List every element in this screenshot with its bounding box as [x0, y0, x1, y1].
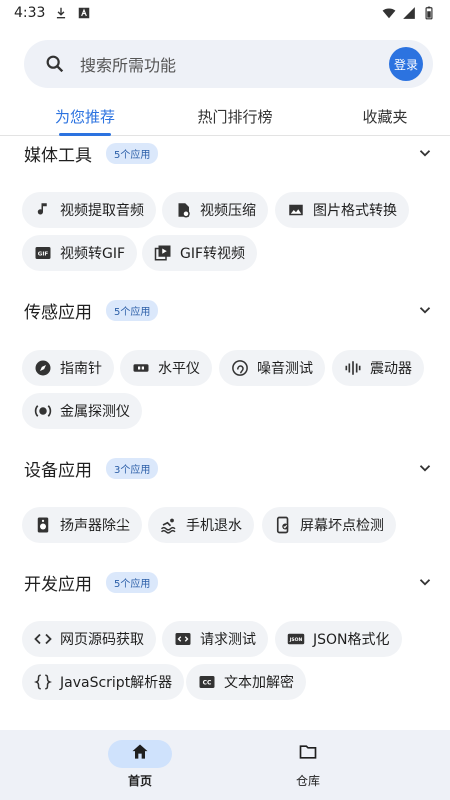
- ear-icon: [231, 359, 249, 377]
- count-badge: 5个应用: [106, 571, 159, 593]
- phone-check-icon: [274, 516, 292, 534]
- chip-label: 金属探测仪: [60, 404, 130, 420]
- music-note-icon: [34, 201, 52, 219]
- swim-icon: [160, 516, 178, 534]
- nav-active-indicator: [108, 740, 172, 768]
- speaker-icon: [34, 516, 52, 534]
- login-button[interactable]: 登录: [389, 47, 423, 81]
- chip-label: 文本加解密: [224, 675, 294, 691]
- chip-screen-dead-pixel[interactable]: 屏幕坏点检测: [262, 507, 396, 543]
- chip-phone-water[interactable]: 手机退水: [148, 507, 254, 543]
- json-icon: JSON: [287, 630, 305, 648]
- gif-icon: GIF: [34, 244, 52, 262]
- code-icon: [34, 630, 52, 648]
- chip-label: 手机退水: [186, 518, 242, 534]
- svg-text:CC: CC: [203, 680, 212, 687]
- chevron-down-icon[interactable]: [416, 144, 434, 162]
- chip-video-to-gif[interactable]: GIF 视频转GIF: [22, 235, 138, 271]
- chip-text-encrypt[interactable]: CC 文本加解密: [186, 664, 306, 700]
- text-a-icon: [77, 6, 91, 20]
- section-header-device[interactable]: 设备应用 3个应用: [24, 453, 434, 483]
- chip-label: JSON格式化: [313, 632, 390, 648]
- chip-label: 图片格式转换: [313, 203, 397, 219]
- home-icon: [130, 742, 150, 766]
- folder-icon: [298, 742, 318, 766]
- sensor-icon: [34, 402, 52, 420]
- svg-text:JSON: JSON: [289, 637, 303, 643]
- chevron-down-icon[interactable]: [416, 301, 434, 319]
- chip-gif-to-video[interactable]: GIF转视频: [142, 235, 258, 271]
- chip-label: 指南针: [60, 361, 102, 377]
- chip-metal-detector[interactable]: 金属探测仪: [22, 393, 142, 429]
- tab-rankings[interactable]: 热门排行榜: [180, 96, 290, 136]
- tab-favorites[interactable]: 收藏夹: [340, 96, 430, 136]
- chip-json-format[interactable]: JSON JSON格式化: [275, 621, 402, 657]
- nav-pill: [276, 740, 340, 768]
- chip-level[interactable]: 水平仪: [120, 350, 212, 386]
- wifi-icon: [382, 6, 396, 20]
- video-library-icon: [154, 244, 172, 262]
- chip-speaker-clean[interactable]: 扬声器除尘: [22, 507, 142, 543]
- nav-label: 仓库: [295, 774, 320, 788]
- count-badge: 5个应用: [106, 299, 159, 321]
- chip-request-test[interactable]: 请求测试: [162, 621, 268, 657]
- curly-braces-icon: [34, 673, 52, 691]
- chip-label: JavaScript解析器: [60, 675, 173, 691]
- chip-noise-test[interactable]: 噪音测试: [219, 350, 325, 386]
- chip-compass[interactable]: 指南针: [22, 350, 114, 386]
- chip-vibrator[interactable]: 震动器: [332, 350, 424, 386]
- chip-label: 屏幕坏点检测: [300, 518, 384, 534]
- section-title: 设备应用: [24, 460, 92, 481]
- chevron-down-icon[interactable]: [416, 573, 434, 591]
- chip-video-compress[interactable]: 视频压缩: [162, 192, 268, 228]
- chip-label: 扬声器除尘: [60, 518, 130, 534]
- chip-label: 视频压缩: [200, 203, 256, 219]
- chevron-down-icon[interactable]: [416, 459, 434, 477]
- section-title: 传感应用: [24, 302, 92, 323]
- tab-recommended[interactable]: 为您推荐: [40, 96, 130, 136]
- chip-label: 视频转GIF: [60, 246, 126, 262]
- chip-video-extract-audio[interactable]: 视频提取音频: [22, 192, 156, 228]
- status-bar: 4:33: [0, 0, 450, 26]
- vibration-icon: [344, 359, 362, 377]
- chip-label: 视频提取音频: [60, 203, 144, 219]
- compass-icon: [34, 359, 52, 377]
- section-header-dev[interactable]: 开发应用 5个应用: [24, 567, 434, 597]
- chip-web-source[interactable]: 网页源码获取: [22, 621, 156, 657]
- chip-label: 请求测试: [200, 632, 256, 648]
- svg-text:GIF: GIF: [38, 252, 49, 258]
- tab-bar: 为您推荐 热门排行榜 收藏夹: [0, 96, 450, 136]
- section-title: 媒体工具: [24, 145, 92, 166]
- chip-javascript-parser[interactable]: JavaScript解析器: [22, 664, 185, 700]
- status-time: 4:33: [14, 5, 46, 21]
- section-header-media[interactable]: 媒体工具 5个应用: [24, 138, 434, 168]
- chip-label: 噪音测试: [257, 361, 313, 377]
- chip-label: 网页源码获取: [60, 632, 144, 648]
- bottom-navigation: 首页 仓库: [0, 730, 450, 800]
- search-icon: [44, 53, 66, 75]
- nav-repository[interactable]: 仓库: [253, 730, 363, 800]
- chip-label: GIF转视频: [180, 246, 246, 262]
- chip-label: 震动器: [370, 361, 412, 377]
- chip-label: 水平仪: [158, 361, 200, 377]
- section-header-sensor[interactable]: 传感应用 5个应用: [24, 295, 434, 325]
- section-title: 开发应用: [24, 574, 92, 595]
- battery-icon: [422, 6, 436, 20]
- image-icon: [287, 201, 305, 219]
- tab-indicator: [59, 133, 111, 136]
- search-input[interactable]: 搜索所需功能: [80, 52, 389, 76]
- search-bar[interactable]: 搜索所需功能 登录: [24, 40, 433, 88]
- video-compress-icon: [174, 201, 192, 219]
- count-badge: 3个应用: [106, 457, 159, 479]
- download-icon: [54, 6, 68, 20]
- nav-label: 首页: [127, 774, 152, 788]
- cc-icon: CC: [198, 673, 216, 691]
- count-badge: 5个应用: [106, 142, 159, 164]
- signal-icon: [402, 6, 416, 20]
- level-icon: [132, 359, 150, 377]
- api-icon: [174, 630, 192, 648]
- chip-image-format[interactable]: 图片格式转换: [275, 192, 409, 228]
- nav-home[interactable]: 首页: [85, 730, 195, 800]
